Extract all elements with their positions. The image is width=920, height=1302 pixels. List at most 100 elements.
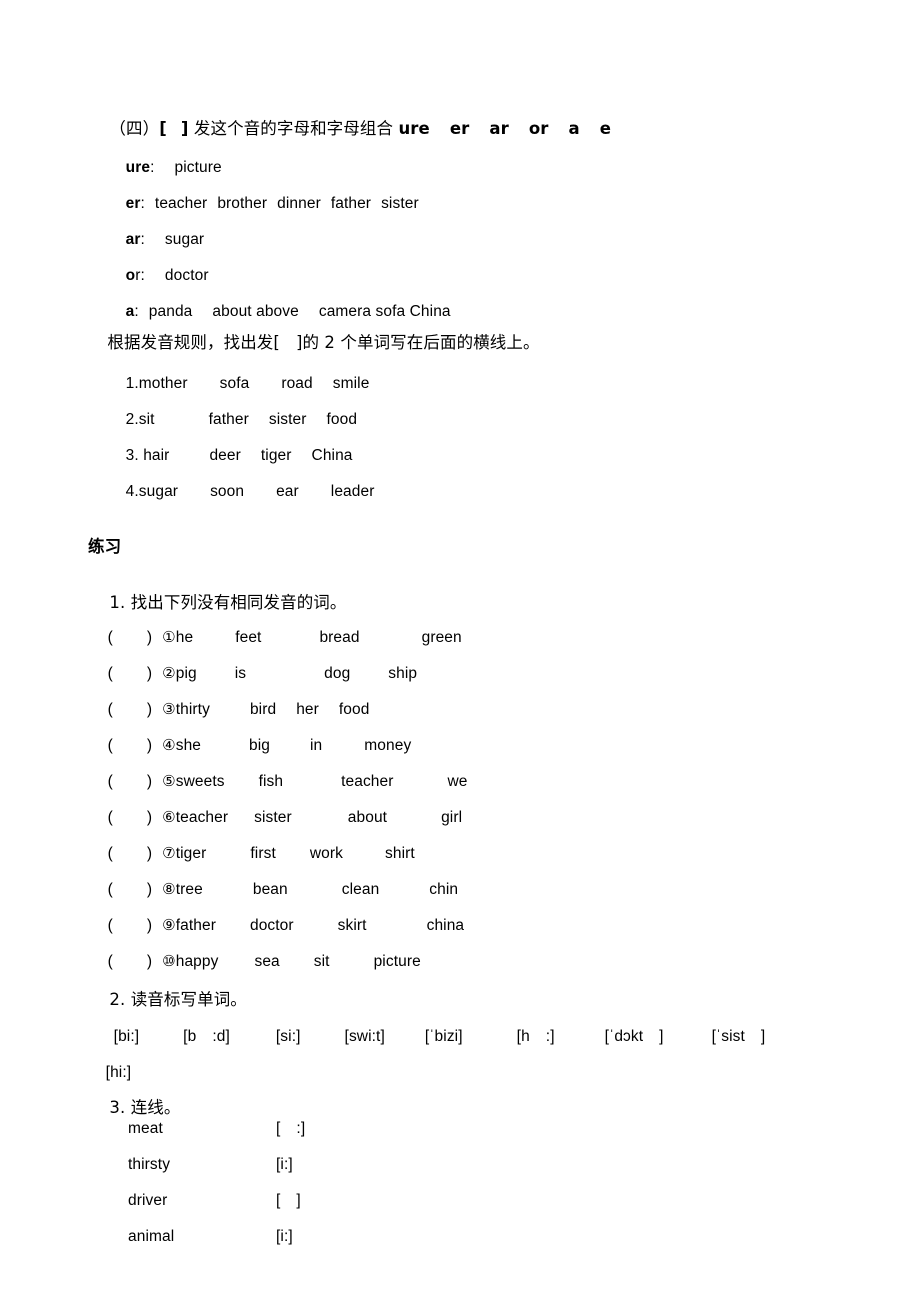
- exercise-3-label: 3.: [109, 1097, 126, 1117]
- worksheet-page: （四）[] 发这个音的字母和字母组合 ure er ar or a e ure: pictu…: [0, 0, 920, 1302]
- choice-4-word-4[interactable]: money: [364, 737, 411, 754]
- choice-7-word-3[interactable]: work: [310, 845, 343, 862]
- item-marker-1: ①: [162, 627, 176, 646]
- choice-10-word-1[interactable]: happy: [176, 953, 219, 970]
- answer-paren-open-10: (: [107, 952, 113, 970]
- answer-paren-open-5: (: [107, 772, 113, 790]
- choice-5-word-2[interactable]: fish: [259, 773, 284, 790]
- rule-colon-a: :: [134, 302, 139, 320]
- choice-7-word-1[interactable]: tiger: [176, 845, 207, 862]
- rule-word-about-above: about above: [212, 302, 299, 320]
- choice-10-word-2[interactable]: sea: [254, 953, 279, 970]
- rule-word-camera-sofa-china: camera sofa China: [318, 302, 451, 320]
- exercises-heading: 练习: [88, 537, 122, 556]
- choice-3-word-2[interactable]: bird: [250, 701, 276, 718]
- rule-key-ar: ar: [125, 230, 141, 248]
- choice-2-word-2[interactable]: is: [235, 665, 246, 682]
- rule-word-teacher: teacher: [154, 194, 208, 212]
- rule-word-panda: panda: [148, 302, 193, 320]
- choice-5-word-3[interactable]: teacher: [341, 773, 393, 790]
- item-marker-2: ②: [162, 663, 176, 682]
- choice-7-word-4[interactable]: shirt: [385, 845, 415, 862]
- match-symbol-3[interactable]: []: [276, 1193, 301, 1209]
- choice-1-word-4[interactable]: green: [422, 629, 462, 646]
- phonetic-9: [hi:]: [105, 1063, 132, 1081]
- choice-9-word-2[interactable]: doctor: [250, 917, 294, 934]
- choice-9-word-4[interactable]: china: [427, 917, 465, 934]
- choice-2-word-4[interactable]: ship: [388, 665, 417, 682]
- word-group-4-word-3: ear: [276, 482, 299, 500]
- answer-paren-close-7: ): [146, 844, 153, 862]
- word-group-1-number: 1.: [125, 374, 139, 392]
- rule-word-sugar: sugar: [164, 230, 205, 248]
- match-symbol-4[interactable]: [i:]: [276, 1229, 293, 1245]
- phonetic-7: [ˈdɔkt]: [604, 1027, 664, 1045]
- match-word-animal[interactable]: animal: [128, 1229, 174, 1245]
- answer-paren-close-1: ): [146, 628, 153, 646]
- choice-1-word-3[interactable]: bread: [319, 629, 359, 646]
- rule-word-father: father: [330, 194, 372, 212]
- item-marker-5: ⑤: [162, 771, 176, 790]
- answer-paren-open-1: (: [107, 628, 113, 646]
- choice-2-word-3[interactable]: dog: [324, 665, 350, 682]
- rule-word-dinner: dinner: [277, 194, 321, 212]
- choice-2-word-1[interactable]: pig: [176, 665, 197, 682]
- match-word-thirsty[interactable]: thirsty: [128, 1157, 170, 1173]
- choice-6-word-4[interactable]: girl: [441, 809, 462, 826]
- answer-paren-close-9: ): [146, 916, 153, 934]
- choice-6-word-3[interactable]: about: [348, 809, 387, 826]
- item-marker-7: ⑦: [162, 843, 176, 862]
- answer-paren-open-2: (: [107, 664, 113, 682]
- answer-paren-open-7: (: [107, 844, 113, 862]
- item-marker-8: ⑧: [162, 879, 176, 898]
- choice-8-word-4[interactable]: chin: [429, 881, 458, 898]
- choice-8-word-2[interactable]: bean: [253, 881, 288, 898]
- phonetic-6: [h:]: [516, 1027, 555, 1045]
- word-group-1-word-2: sofa: [219, 374, 250, 392]
- choice-5-word-4[interactable]: we: [448, 773, 468, 790]
- word-group-1-word-4: smile: [332, 374, 370, 392]
- choice-5-word-1[interactable]: sweets: [176, 773, 225, 790]
- choice-4-word-2[interactable]: big: [249, 737, 270, 754]
- rule-key-or-bold: o: [125, 266, 136, 284]
- choice-7-word-2[interactable]: first: [250, 845, 275, 862]
- choice-4-word-3[interactable]: in: [310, 737, 322, 754]
- word-group-3-word-2: deer: [209, 446, 241, 464]
- choice-10-word-3[interactable]: sit: [314, 953, 330, 970]
- answer-paren-open-9: (: [107, 916, 113, 934]
- choice-8-word-3[interactable]: clean: [342, 881, 380, 898]
- match-word-meat[interactable]: meat: [128, 1121, 163, 1137]
- rule-colon-ar: :: [140, 230, 145, 248]
- choice-9-word-3[interactable]: skirt: [338, 917, 367, 934]
- choice-8-word-1[interactable]: tree: [176, 881, 203, 898]
- word-group-2-word-2: father: [208, 410, 249, 428]
- choice-6-word-1[interactable]: teacher: [176, 809, 228, 826]
- choice-4-word-1[interactable]: she: [176, 737, 201, 754]
- choice-1-word-1[interactable]: he: [176, 629, 193, 646]
- answer-paren-close-2: ): [146, 664, 153, 682]
- choice-3-word-4[interactable]: food: [339, 701, 370, 718]
- choice-3-word-3[interactable]: her: [296, 701, 319, 718]
- match-word-driver[interactable]: driver: [128, 1193, 167, 1209]
- choice-9-word-1[interactable]: father: [176, 917, 216, 934]
- section-letter-a: a: [568, 118, 580, 138]
- item-marker-6: ⑥: [162, 807, 176, 826]
- section-letter-or: or: [528, 118, 549, 138]
- match-symbol-2[interactable]: [i:]: [276, 1157, 293, 1173]
- match-symbol-1[interactable]: [:]: [276, 1121, 305, 1137]
- choice-1-word-2[interactable]: feet: [235, 629, 261, 646]
- word-group-3-word-1: hair: [143, 446, 170, 464]
- item-marker-10: ⑩: [162, 951, 176, 970]
- choice-6-word-2[interactable]: sister: [254, 809, 292, 826]
- word-group-3-word-4: China: [311, 446, 353, 464]
- item-marker-4: ④: [162, 735, 176, 754]
- answer-paren-close-5: ): [146, 772, 153, 790]
- answer-paren-open-3: (: [107, 700, 113, 718]
- phonetic-8: [ˈsist]: [711, 1027, 766, 1045]
- choice-10-word-4[interactable]: picture: [374, 953, 421, 970]
- section-heading-text: 发这个音的字母和字母组合: [193, 118, 394, 138]
- exercise-2-label: 2.: [109, 989, 126, 1009]
- exercise-1-text: 找出下列没有相同发音的词。: [130, 592, 347, 612]
- word-group-4-word-2: soon: [210, 482, 245, 500]
- choice-3-word-1[interactable]: thirty: [176, 701, 210, 718]
